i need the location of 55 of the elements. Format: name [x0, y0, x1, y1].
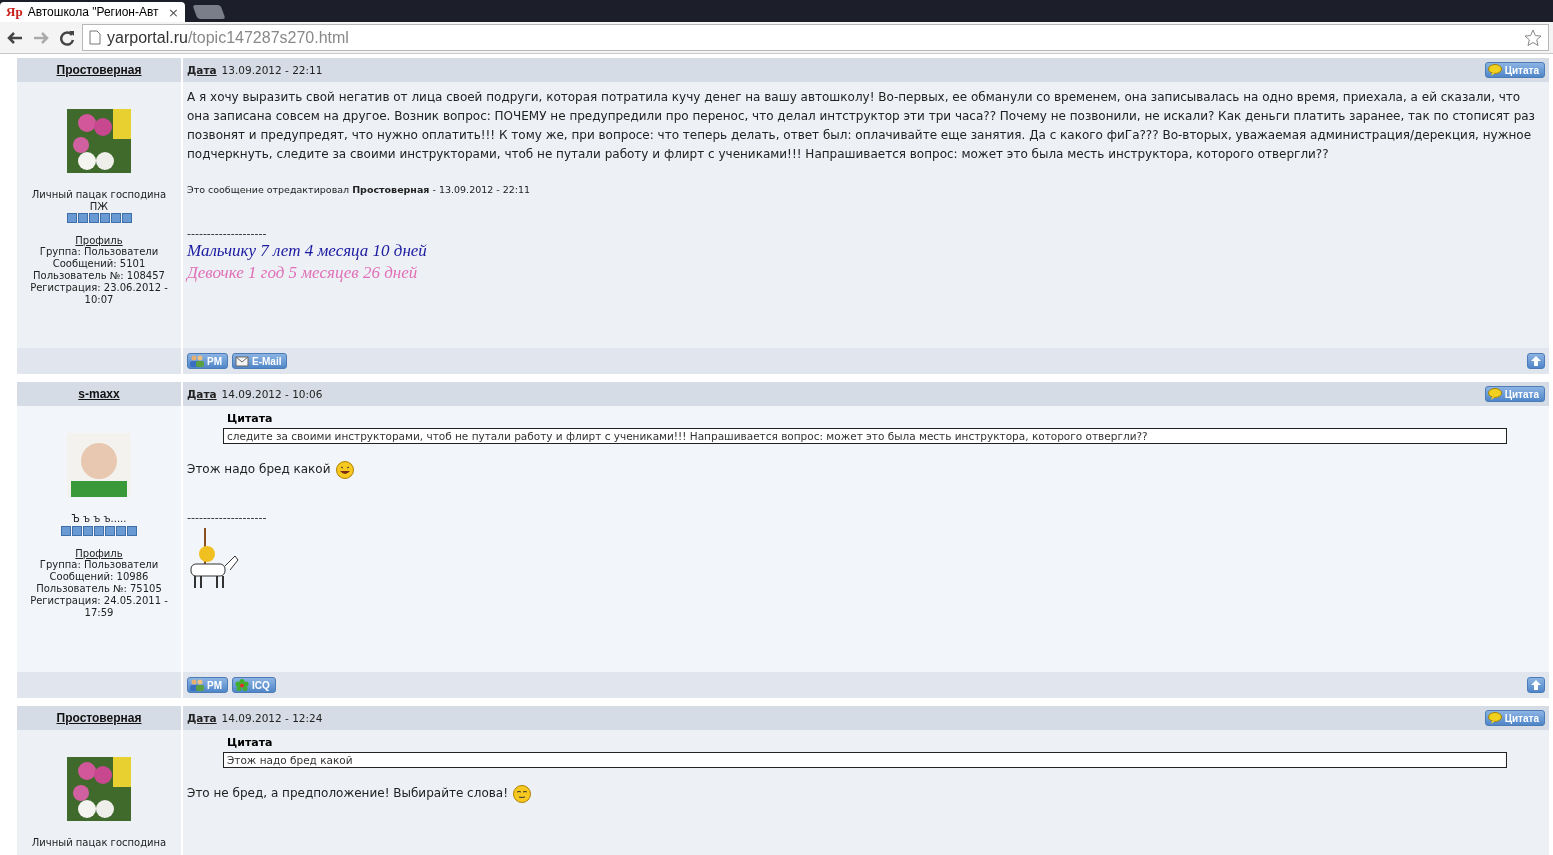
laughing-smiley-icon	[335, 460, 354, 479]
profile-link[interactable]: Профиль	[75, 547, 123, 559]
quote-title: Цитата	[226, 736, 274, 749]
edit-note: Это сообщение отредактировал Простоверная - 13.09.2012 - 22:11	[187, 184, 532, 195]
message-text: Это не бред, а предположение! Выбирайте слова!	[187, 785, 508, 802]
speech-bubble-icon	[1487, 712, 1502, 724]
new-tab-button[interactable]	[192, 5, 226, 19]
speech-bubble-icon	[1487, 64, 1502, 76]
avatar-placeholder	[67, 433, 131, 497]
quoted-text: Этож надо бред какой	[223, 752, 1507, 768]
up-arrow-icon	[1529, 355, 1543, 367]
date-label[interactable]: Дата	[187, 388, 217, 400]
photo-placeholder	[67, 109, 131, 173]
signature-separator: --------------------	[187, 511, 268, 524]
post-date: 13.09.2012 - 22:11	[221, 64, 323, 76]
smiley-icon	[512, 784, 531, 803]
author-name[interactable]: s-maxx	[78, 387, 120, 401]
date-label[interactable]: Дата	[187, 64, 217, 76]
page-icon	[89, 30, 101, 45]
user-detail: Пользователь №: 108457	[32, 270, 166, 282]
scroll-top-button[interactable]	[1527, 353, 1545, 369]
user-detail: Группа: Пользователи	[38, 558, 160, 571]
quoted-text: следите за своими инструкторами, чтоб не путали работу и флирт с учениками!!! Напрашивается вопрос: может это была месть инструктора, которого отвергли??	[223, 428, 1507, 444]
signature-line: Мальчику 7 лет 4 месяца 10 дней	[187, 240, 428, 262]
date-label[interactable]: Дата	[187, 712, 217, 724]
scroll-top-button[interactable]	[1527, 677, 1545, 693]
speech-bubble-icon	[1487, 388, 1502, 400]
people-icon	[190, 355, 204, 367]
user-detail: Группа: Пользователи	[38, 246, 160, 258]
message-text: А я хочу выразить свой негатив от лица своей подруги, которая потратила кучу денег на вашу автошколу! Во-первых, ее обманули со временем, она записывалась на одно время, приехала, а ей сказали, что она записана совсем на другое. Возник вопрос: ПОЧЕМУ не предупредили про перенос, что делал интструктор эти три часа?? Почему не позвонили, не искали? Как деньги платить заранее, так по стописят раз позвонят и предупредят, что нужно оплатить!!! К тому же, при вопросе: что теперь делать, ответ был: оплачивайте еще занятия. Да с какого фиГа??? Во-вторых, уважаемая администрация/дерекция, нужное подчеркнуть, следите за своими инструкторами, чтоб не путали работу и флирт с учениками!!! Напрашивается вопрос: может это была месть инструктора, которого отвергли??	[187, 89, 1536, 163]
user-rank: Ъ ъ ъ ъ.....	[70, 513, 128, 525]
photo-placeholder	[67, 757, 131, 821]
message-text: Этож надо бред какой	[187, 461, 331, 478]
up-arrow-icon	[1529, 679, 1543, 691]
user-detail: Сообщений: 5101	[51, 258, 147, 270]
signature-separator: --------------------	[187, 227, 268, 240]
user-detail: Сообщений: 10986	[48, 570, 150, 583]
post-date: 14.09.2012 - 10:06	[221, 388, 323, 400]
post-date: 14.09.2012 - 12:24	[221, 712, 323, 724]
user-rank: Личный пацак господина ПЖ	[30, 189, 168, 212]
quote-title: Цитата	[226, 412, 274, 425]
star-icon[interactable]	[1524, 28, 1542, 47]
browser-tab[interactable]: Яр Автошкола "Регион-Авт ×	[0, 2, 185, 22]
user-detail: Пользователь №: 75105	[35, 582, 163, 595]
signature-line: Девочке 1 год 5 месяцев 26 дней	[187, 262, 419, 284]
address-bar[interactable]: yarportal.ru/topic147287s270.html	[82, 24, 1549, 51]
user-rank: Личный пацак господина	[30, 837, 168, 849]
site-logo: Яр	[6, 4, 23, 20]
user-detail: Регистрация: 24.05.2011 - 17:59	[29, 594, 169, 619]
close-tab-button[interactable]: ×	[168, 4, 179, 20]
flower-icon	[235, 679, 249, 691]
people-icon	[190, 679, 204, 691]
user-detail: Регистрация: 23.06.2012 - 10:07	[29, 282, 169, 306]
profile-link[interactable]: Профиль	[75, 235, 123, 246]
envelope-icon	[235, 355, 249, 367]
